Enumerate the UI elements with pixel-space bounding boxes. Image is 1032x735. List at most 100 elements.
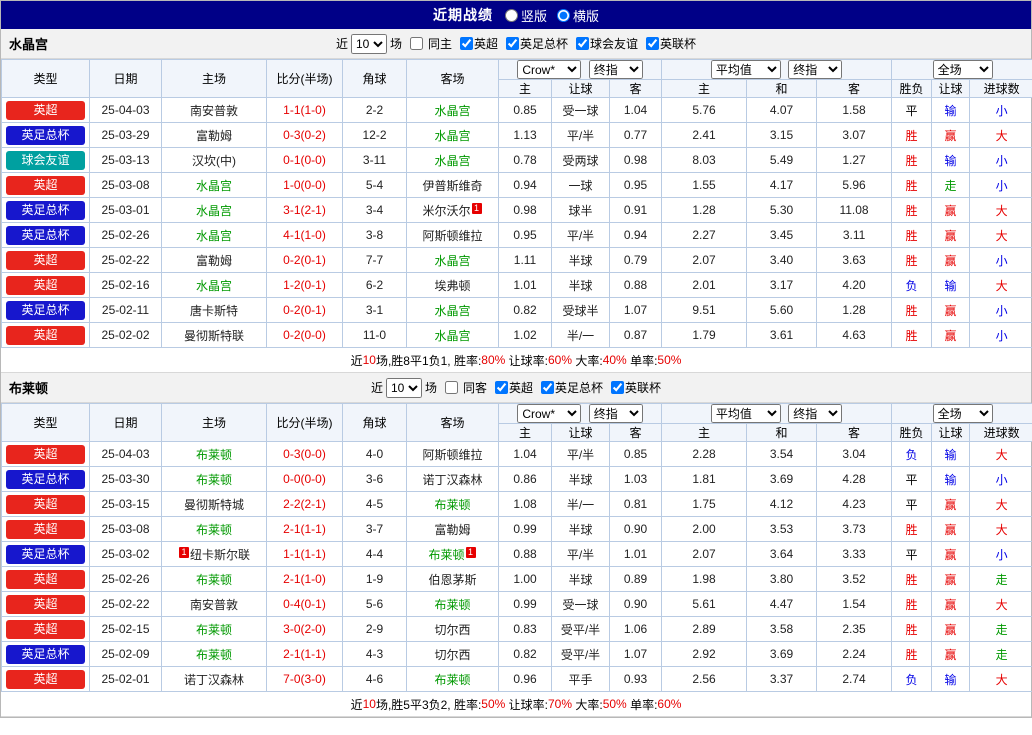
competition-cell: 英超 — [1, 272, 90, 298]
score-text: 0-2(0-1) — [283, 253, 326, 267]
layout-mode-option[interactable]: 竖版 — [504, 6, 547, 25]
team-label: 水晶宫 — [195, 278, 232, 293]
average-home-odds: 2.07 — [661, 541, 748, 567]
match-score: 2-1(1-1) — [266, 516, 343, 542]
average-away-odds: 5.96 — [816, 172, 893, 198]
outcome-handicap: 赢 — [931, 122, 971, 148]
score-text: 0-2(0-1) — [283, 303, 326, 317]
competition-filter[interactable]: 英足总杯 — [506, 35, 568, 52]
average-draw-odds: 5.60 — [746, 297, 818, 323]
away-team: 诺丁汉森林 — [406, 466, 499, 492]
competition-badge: 英超 — [6, 275, 85, 295]
team-label: 诺丁汉森林 — [183, 672, 244, 687]
handicap-line: 球半 — [551, 197, 610, 223]
competition-filter[interactable]: 英超 — [459, 35, 498, 52]
bookmaker-away-odds: 1.01 — [608, 541, 663, 567]
competition-filter[interactable]: 英足总杯 — [541, 379, 603, 396]
average-select[interactable]: 平均值 — [710, 404, 781, 423]
average-draw-odds: 3.61 — [746, 322, 818, 348]
competition-filter[interactable]: 英联杯 — [646, 35, 696, 52]
layout-mode-radio[interactable] — [504, 8, 518, 22]
scope-select[interactable]: 全场 — [932, 404, 993, 423]
average-home-odds: 1.79 — [661, 322, 748, 348]
bookmaker-away-odds: 0.87 — [608, 322, 663, 348]
team-label: 曼彻斯特城 — [183, 497, 244, 512]
match-row: 英足总杯 25-03-29 富勒姆 0-3(0-2) 12-2 水晶宫 1.13 平/半 0.7… — [1, 122, 1032, 148]
competition-cell: 英超 — [1, 441, 90, 467]
competition-checkbox[interactable] — [576, 36, 590, 50]
average-home-odds: 5.61 — [661, 591, 748, 617]
competition-filter[interactable]: 球会友谊 — [576, 35, 638, 52]
bookmaker-odds-stage-select[interactable]: 终指 — [588, 60, 643, 79]
bookmaker-select[interactable]: Crow* — [517, 60, 582, 79]
score-text: 0-1(0-0) — [283, 153, 326, 167]
competition-badge: 英超 — [6, 325, 85, 345]
col-header-handicap: 让球 — [551, 423, 610, 442]
score-text: 3-1(2-1) — [283, 203, 326, 217]
team-label: 水晶宫 — [195, 178, 232, 193]
average-home-odds: 1.28 — [661, 197, 748, 223]
handicap-line: 受平/半 — [551, 616, 610, 642]
handicap-line: 半球 — [551, 516, 610, 542]
outcome-handicap: 赢 — [931, 222, 971, 248]
competition-checkbox[interactable] — [459, 36, 473, 50]
competition-checkbox[interactable] — [495, 380, 508, 394]
bookmaker-select[interactable]: Crow* — [517, 404, 582, 423]
corner-score: 4-6 — [342, 666, 407, 692]
competition-checkbox[interactable] — [611, 380, 625, 394]
bookmaker-away-odds: 0.85 — [608, 441, 663, 467]
average-home-odds: 2.01 — [661, 272, 748, 298]
team-label: 布莱顿 — [195, 447, 232, 462]
layout-mode-radio[interactable] — [557, 8, 570, 22]
scope-select[interactable]: 全场 — [932, 60, 993, 79]
team-label: 汉坎(中) — [192, 153, 236, 168]
average-away-odds: 3.52 — [816, 566, 893, 592]
average-select[interactable]: 平均值 — [710, 60, 781, 79]
recent-count-select[interactable]: 10 — [350, 33, 387, 54]
same-venue-checkbox[interactable] — [444, 381, 458, 394]
competition-filter-label: 英超 — [509, 380, 534, 395]
average-draw-odds: 3.53 — [746, 516, 818, 542]
home-team: 富勒姆 — [161, 122, 267, 148]
recent-count-select[interactable]: 10 — [385, 377, 422, 398]
same-venue-filter[interactable]: 同主 — [409, 35, 452, 52]
competition-badge: 英超 — [6, 669, 85, 689]
competition-checkbox[interactable] — [506, 36, 519, 50]
match-date: 25-02-16 — [89, 272, 162, 298]
outcome-winloss: 胜 — [891, 197, 933, 223]
competition-filter[interactable]: 英超 — [495, 379, 533, 396]
red-card-badge: 1 — [178, 546, 189, 558]
col-header-goals: 进球数 — [969, 79, 1032, 98]
competition-checkbox[interactable] — [646, 36, 660, 50]
outcome-goals: 小 — [969, 297, 1032, 323]
team-label: 纽卡斯尔联 — [189, 547, 250, 562]
average-odds-stage-select[interactable]: 终指 — [788, 60, 843, 79]
outcome-handicap: 赢 — [931, 297, 971, 323]
average-odds-stage-select[interactable]: 终指 — [788, 404, 843, 423]
competition-badge: 英超 — [6, 594, 85, 614]
team-label: 伯恩茅斯 — [428, 572, 477, 587]
average-home-odds: 2.27 — [661, 222, 748, 248]
outcome-goals: 走 — [969, 616, 1032, 642]
layout-mode-label: 竖版 — [520, 8, 547, 24]
average-away-odds: 1.28 — [816, 297, 893, 323]
average-away-odds: 1.27 — [816, 147, 893, 173]
outcome-handicap: 输 — [931, 666, 971, 692]
bookmaker-odds-stage-select[interactable]: 终指 — [588, 404, 643, 423]
match-score: 0-3(0-0) — [266, 441, 343, 467]
corner-score: 3-4 — [342, 197, 407, 223]
competition-filter[interactable]: 英联杯 — [611, 379, 661, 396]
same-venue-checkbox[interactable] — [409, 37, 423, 50]
summary-segment: 让球率: — [505, 697, 548, 712]
average-draw-odds: 3.58 — [746, 616, 818, 642]
team-label: 阿斯顿维拉 — [422, 228, 483, 243]
same-venue-filter[interactable]: 同客 — [444, 379, 487, 396]
summary-segment: 70% — [548, 697, 573, 711]
col-header-away: 客场 — [406, 403, 499, 442]
outcome-goals: 小 — [969, 247, 1032, 273]
bookmaker-home-odds: 0.86 — [498, 466, 552, 492]
layout-mode-option[interactable]: 横版 — [557, 6, 599, 25]
home-team: 汉坎(中) — [161, 147, 267, 173]
col-header-type: 类型 — [1, 59, 90, 98]
competition-checkbox[interactable] — [541, 380, 555, 394]
